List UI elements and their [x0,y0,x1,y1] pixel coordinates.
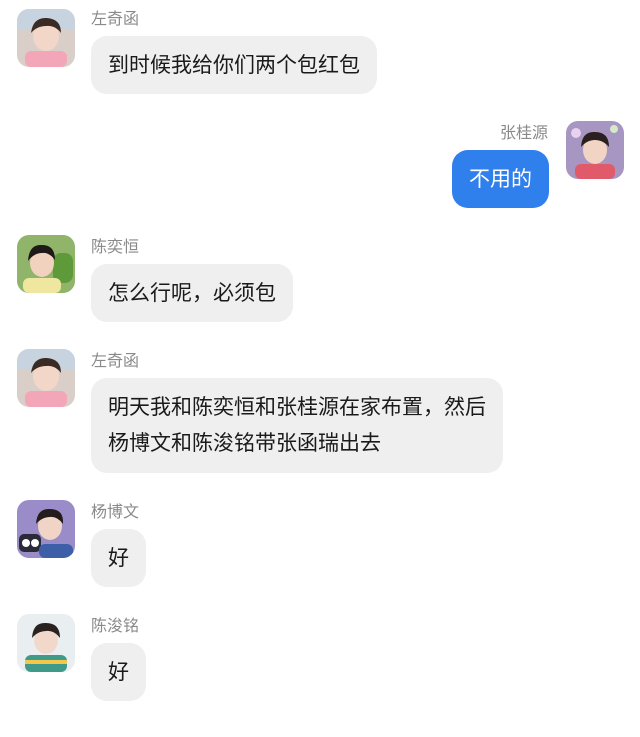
message-bubble[interactable]: 好 [91,529,146,587]
message-text: 好 [108,660,129,684]
message-bubble[interactable]: 怎么行呢，必须包 [91,264,293,322]
avatar-chenyiheng[interactable] [17,235,75,293]
message-bubble[interactable]: 不用的 [452,150,549,208]
avatar-chenjunming[interactable] [17,614,75,672]
message-bubble[interactable]: 明天我和陈奕恒和张桂源在家布置，然后 杨博文和陈浚铭带张函瑞出去 [91,378,503,473]
avatar-photo [17,614,75,672]
sender-name: 左奇函 [91,351,140,370]
message-text-line: 杨博文和陈浚铭带张函瑞出去 [108,431,381,455]
sender-name: 陈奕恒 [91,237,140,256]
sender-name: 杨博文 [91,502,140,521]
message-text: 好 [108,546,129,570]
avatar-zuoqihan[interactable] [17,9,75,67]
avatar-photo [17,235,75,293]
message-text: 怎么行呢，必须包 [108,281,276,305]
avatar-yangbowen[interactable] [17,500,75,558]
message-text: 不用的 [469,167,532,191]
message-bubble[interactable]: 好 [91,643,146,701]
avatar-photo [17,500,75,558]
message-bubble[interactable]: 到时候我给你们两个包红包 [91,36,377,94]
message-text: 到时候我给你们两个包红包 [108,53,360,77]
avatar-zuoqihan[interactable] [17,349,75,407]
avatar-photo [566,121,624,179]
sender-name: 张桂源 [499,123,548,142]
message-text-line: 明天我和陈奕恒和张桂源在家布置，然后 [108,395,486,419]
avatar-photo [17,9,75,67]
sender-name: 陈浚铭 [91,616,140,635]
avatar-zhangguiyuan[interactable] [566,121,624,179]
avatar-photo [17,349,75,407]
sender-name: 左奇函 [91,9,140,28]
